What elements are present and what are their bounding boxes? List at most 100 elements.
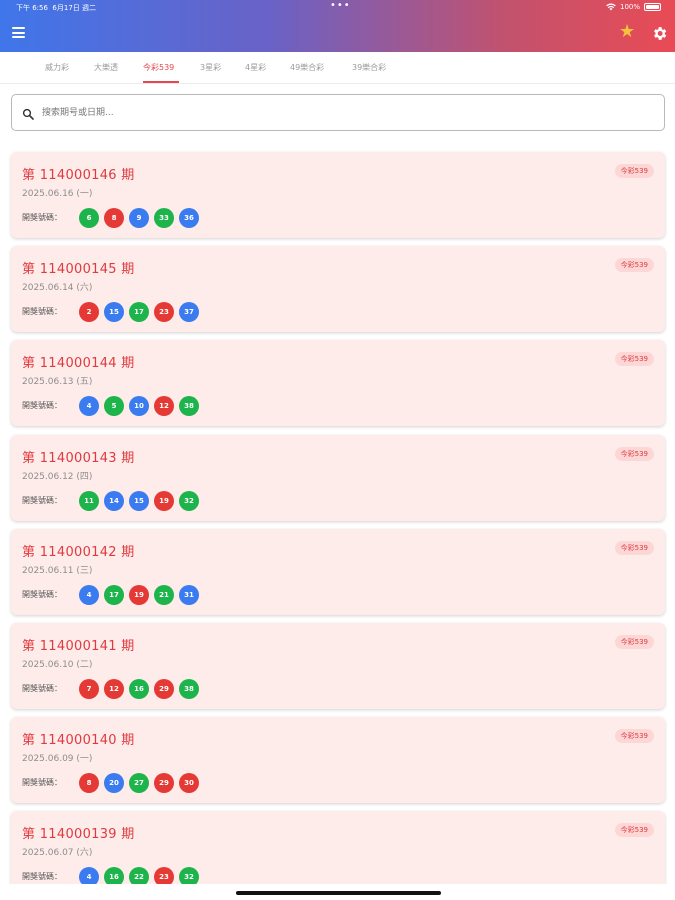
winning-numbers-label: 開獎號碼： (22, 307, 62, 317)
game-badge: 今彩539 (614, 540, 654, 555)
search-icon (22, 108, 34, 120)
number-ball: 19 (129, 584, 149, 605)
number-balls: 2 15 17 23 37 (79, 302, 199, 323)
star-icon[interactable]: ★ (619, 23, 635, 41)
status-time: 下午 6:56 6月17日 週二 (16, 4, 96, 12)
number-ball: 38 (179, 679, 199, 699)
draw-title: 第 114000140 期 (22, 733, 135, 749)
winning-numbers-label: 開獎號碼： (22, 495, 62, 505)
number-ball: 15 (129, 490, 149, 511)
number-ball: 15 (104, 302, 124, 323)
number-ball: 5 (104, 396, 124, 417)
number-ball: 12 (154, 396, 174, 417)
tab-2[interactable]: 今彩539 (143, 62, 174, 73)
number-ball: 8 (104, 208, 124, 228)
winning-numbers-label: 開獎號碼： (22, 778, 62, 788)
draw-card[interactable]: 第 114000141 期 2025.06.10 (二) 今彩539 開獎號碼： 7 12… (11, 623, 665, 709)
number-ball: 38 (179, 396, 199, 417)
number-ball: 2 (79, 302, 99, 323)
wifi-icon (606, 3, 616, 11)
number-balls: 8 20 27 29 30 (79, 773, 199, 794)
number-ball: 21 (154, 584, 174, 605)
draw-title: 第 114000143 期 (22, 450, 135, 466)
home-indicator[interactable] (236, 891, 441, 895)
tab-1[interactable]: 大樂透 (94, 62, 118, 73)
game-badge: 今彩539 (614, 352, 654, 367)
number-ball: 29 (154, 679, 174, 699)
number-ball: 4 (79, 396, 99, 417)
battery-icon (644, 3, 661, 11)
number-balls: 7 12 16 29 38 (79, 679, 199, 699)
draw-date: 2025.06.11 (三) (22, 565, 93, 576)
number-ball: 31 (179, 584, 199, 605)
game-badge: 今彩539 (614, 729, 654, 744)
draw-card[interactable]: 第 114000145 期 2025.06.14 (六) 今彩539 開獎號碼： 2 15… (11, 246, 665, 333)
app-header: 下午 6:56 6月17日 週二 ••• 100% ★ (0, 0, 675, 52)
number-balls: 11 14 15 19 32 (79, 490, 199, 511)
search-input[interactable] (42, 104, 642, 122)
draw-card[interactable]: 第 114000142 期 2025.06.11 (三) 今彩539 開獎號碼： 4 17… (11, 528, 665, 615)
number-ball: 17 (104, 584, 124, 605)
winning-numbers-label: 開獎號碼： (22, 872, 62, 882)
multitasking-dots[interactable]: ••• (330, 0, 351, 11)
game-badge: 今彩539 (614, 164, 654, 178)
status-bar: 下午 6:56 6月17日 週二 ••• 100% (0, 0, 675, 15)
winning-numbers-label: 開獎號碼： (22, 684, 62, 693)
tab-6[interactable]: 39樂合彩 (352, 62, 386, 73)
draw-title: 第 114000141 期 (22, 639, 135, 654)
search-box (11, 94, 665, 131)
number-ball: 10 (129, 396, 149, 417)
draw-date: 2025.06.14 (六) (22, 283, 93, 294)
draw-date: 2025.06.13 (五) (22, 377, 93, 388)
number-ball: 27 (129, 773, 149, 794)
number-ball: 36 (179, 208, 199, 228)
draw-card[interactable]: 第 114000140 期 2025.06.09 (一) 今彩539 開獎號碼： 8 20… (11, 717, 665, 804)
draw-title: 第 114000145 期 (22, 262, 135, 278)
game-badge: 今彩539 (614, 635, 654, 649)
number-ball: 14 (104, 490, 124, 511)
number-ball: 32 (179, 490, 199, 511)
menu-icon[interactable] (12, 27, 25, 38)
draw-card[interactable]: 第 114000143 期 2025.06.12 (四) 今彩539 開獎號碼： 11 1… (11, 434, 665, 521)
tab-4[interactable]: 4星彩 (245, 62, 266, 73)
draw-date: 2025.06.09 (一) (22, 754, 93, 765)
draw-card[interactable]: 第 114000146 期 2025.06.16 (一) 今彩539 開獎號碼： 6 8 9… (11, 152, 665, 238)
number-ball: 9 (129, 208, 149, 228)
draw-title: 第 114000144 期 (22, 356, 135, 372)
tab-0[interactable]: 威力彩 (45, 62, 69, 73)
tab-5[interactable]: 49樂合彩 (290, 62, 324, 73)
number-balls: 4 17 19 21 31 (79, 584, 199, 605)
number-ball: 20 (104, 773, 124, 794)
number-balls: 6 8 9 33 36 (79, 208, 199, 228)
draw-date: 2025.06.16 (一) (22, 189, 93, 199)
game-badge: 今彩539 (614, 823, 654, 838)
number-ball: 12 (104, 679, 124, 699)
number-ball: 30 (179, 773, 199, 794)
number-balls: 4 5 10 12 38 (79, 396, 199, 417)
game-badge: 今彩539 (614, 446, 654, 461)
status-right: 100% (606, 3, 661, 11)
active-tab-indicator (143, 81, 179, 83)
battery-percent: 100% (619, 3, 640, 11)
number-ball: 29 (154, 773, 174, 794)
draw-card[interactable]: 第 114000144 期 2025.06.13 (五) 今彩539 開獎號碼： 4 5 1… (11, 340, 665, 427)
number-ball: 4 (79, 584, 99, 605)
tab-3[interactable]: 3星彩 (200, 62, 221, 73)
number-ball: 19 (154, 490, 174, 511)
number-ball: 16 (129, 679, 149, 699)
number-ball: 37 (179, 302, 199, 323)
draw-date: 2025.06.10 (二) (22, 660, 93, 670)
lottery-tabs: 威力彩 大樂透 今彩539 3星彩 4星彩 49樂合彩 39樂合彩 (0, 52, 675, 84)
number-ball: 6 (79, 208, 99, 228)
draw-title: 第 114000142 期 (22, 544, 135, 560)
number-ball: 8 (79, 773, 99, 794)
number-ball: 11 (79, 490, 99, 511)
winning-numbers-label: 開獎號碼： (22, 589, 62, 599)
winning-numbers-label: 開獎號碼： (22, 213, 62, 222)
game-badge: 今彩539 (614, 258, 654, 273)
draw-title: 第 114000139 期 (22, 827, 135, 843)
number-ball: 33 (154, 208, 174, 228)
winning-numbers-label: 開獎號碼： (22, 401, 62, 411)
gear-icon[interactable] (651, 25, 668, 42)
draw-date: 2025.06.12 (四) (22, 471, 93, 482)
